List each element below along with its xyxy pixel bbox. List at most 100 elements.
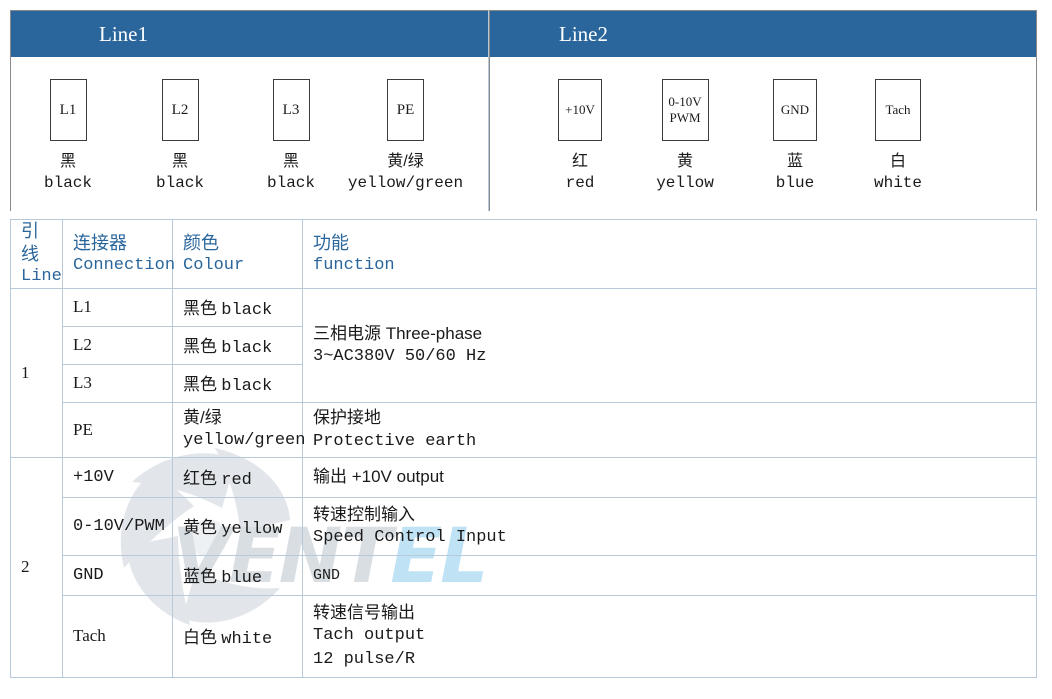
connector-l2: L2 黑 black [135,79,225,193]
connector-tach: Tach 白 white [848,79,948,193]
connector-pe-colour-en: yellow/green [347,174,464,193]
row-colour: 白色 white [172,594,303,678]
row-colour-cn: 黄/绿 [183,407,222,427]
connector-gnd-colour-en: blue [775,174,815,193]
header-colour: 颜色 Colour [172,219,303,289]
connector-pe-box: PE [387,79,424,141]
wiring-table: 引线 Line 连接器 Connection 颜色 Colour 功能 func… [10,219,1037,678]
connector-gnd: GND 蓝 blue [745,79,845,193]
header-function: 功能 function [302,219,1037,289]
panel-line2: Line2 +10V 红 red 0-10V PWM 黄 yellow GND [489,10,1037,211]
header-function-cn: 功能 [313,232,349,253]
row-colour-en: black [221,377,273,397]
panel-line1-body: L1 黑 black L2 黑 black L3 黑 black PE 黄/绿 [11,57,489,211]
row-connection: 0-10V/PWM [62,496,173,556]
row-colour-en: blue [221,569,263,589]
row-colour-cn: 黑色 [183,337,217,357]
row-colour: 黑色 black [172,325,303,365]
connector-l1: L1 黑 black [23,79,113,193]
row-connection: Tach [62,594,173,678]
row-colour: 红色 red [172,456,303,498]
row-connection: L2 [62,325,173,365]
connector-l3-colour-en: black [266,174,315,193]
header-line-cn: 引线 [21,221,39,265]
connector-panels: Line1 L1 黑 black L2 黑 black L3 黑 black P… [10,10,1037,211]
row-function-en2: 12 pulse/R [313,650,416,670]
row-colour: 黑色 black [172,363,303,403]
table-row: 2 +10V 红色 red 输出 +10V output [10,456,1037,678]
row-connection: L1 [62,287,173,327]
table-row: GND 蓝色 blue GND [11,554,1037,596]
row-colour-en: red [221,471,252,491]
connector-plus10v-colour-cn: 红 [571,153,588,170]
header-colour-en: Colour [183,255,245,275]
row-function-cn: 转速控制输入 [313,504,415,524]
connector-tach-colour-en: white [873,174,922,193]
row-colour-en: black [221,339,273,359]
row-function-en: Tach output [313,626,426,646]
row-colour-cn: 红色 [183,469,217,489]
connector-plus10v: +10V 红 red [530,79,630,193]
row-colour: 黄色 yellow [172,496,303,556]
row-connection: PE [62,401,173,458]
row-connection: L3 [62,363,173,403]
row-colour-en: yellow [221,520,283,540]
connector-plus10v-box: +10V [558,79,602,141]
connector-pwm-colour-en: yellow [656,174,714,193]
row-function: 转速信号输出 Tach output 12 pulse/R [302,594,1037,678]
connector-l1-colour-en: black [43,174,92,193]
panel-divider [488,10,489,211]
connector-pe: PE 黄/绿 yellow/green [338,79,473,193]
table-row: 0-10V/PWM 黄色 yellow 转速控制输入 Speed Control… [11,496,1037,556]
row-function-cn: GND [313,566,341,584]
connector-l2-box: L2 [161,79,199,141]
connector-pwm-box: 0-10V PWM [661,79,709,141]
connector-l3-colour-cn: 黑 [282,153,299,170]
wiring-diagram-page: VENTEL Line1 L1 黑 black L2 黑 black L3 黑 [0,0,1052,699]
row-function: 保护接地 Protective earth [302,401,1037,458]
table-header-row: 引线 Line 连接器 Connection 颜色 Colour 功能 func… [10,219,1037,289]
header-connection: 连接器 Connection [62,219,176,289]
panel-line2-title: Line2 [490,11,1036,57]
row-colour: 蓝色 blue [172,554,303,596]
row-colour-cn: 黑色 [183,299,217,319]
connector-pe-colour-cn: 黄/绿 [387,153,424,170]
connector-l1-box: L1 [49,79,87,141]
row-function-en: Speed Control Input [313,528,507,548]
connector-pwm-box-line2: PWM [669,110,701,125]
row-function-en: 3~AC380V 50/60 Hz [313,347,487,367]
panel-line2-body: +10V 红 red 0-10V PWM 黄 yellow GND 蓝 blue [490,57,1036,211]
connector-l2-colour-cn: 黑 [171,153,188,170]
row-colour: 黑色 black [172,287,303,327]
connector-gnd-colour-cn: 蓝 [786,153,803,170]
connector-pwm: 0-10V PWM 黄 yellow [635,79,735,193]
connector-l2-colour-en: black [155,174,204,193]
connector-l1-colour-cn: 黑 [59,153,76,170]
row-connection: +10V [62,456,173,498]
row-colour-en: yellow/green [183,430,306,450]
row-colour: 黄/绿 yellow/green [172,401,306,458]
group-label-1: 1 [10,287,63,458]
row-function: 输出 +10V output [302,456,1037,498]
connector-pwm-colour-cn: 黄 [676,153,693,170]
row-function: 转速控制输入 Speed Control Input [302,496,1037,556]
row-function-en: Protective earth [313,431,477,451]
connector-tach-box: Tach [875,79,921,141]
header-colour-cn: 颜色 [183,232,219,253]
table-row: Tach 白色 white 转速信号输出 Tach output 12 puls… [11,594,1037,678]
row-colour-cn: 黑色 [183,375,217,395]
row-colour-en: black [221,301,273,321]
header-line: 引线 Line [10,219,63,289]
row-function-cn: 保护接地 [313,408,381,428]
row-colour-cn: 蓝色 [183,567,217,587]
row-colour-cn: 白色 [183,628,217,648]
connector-gnd-box: GND [773,79,817,141]
row-function-cn: 三相电源 Three-phase [313,323,483,343]
header-line-en: Line [21,267,62,287]
row-function-three-phase: 三相电源 Three-phase 3~AC380V 50/60 Hz [302,287,1037,403]
row-function: GND [302,554,1037,596]
row-function-cn: 输出 +10V output [313,467,444,487]
panel-line1: Line1 L1 黑 black L2 黑 black L3 黑 black P… [10,10,489,211]
row-function-cn: 转速信号输出 [313,602,415,622]
header-connection-en: Connection [73,255,176,275]
